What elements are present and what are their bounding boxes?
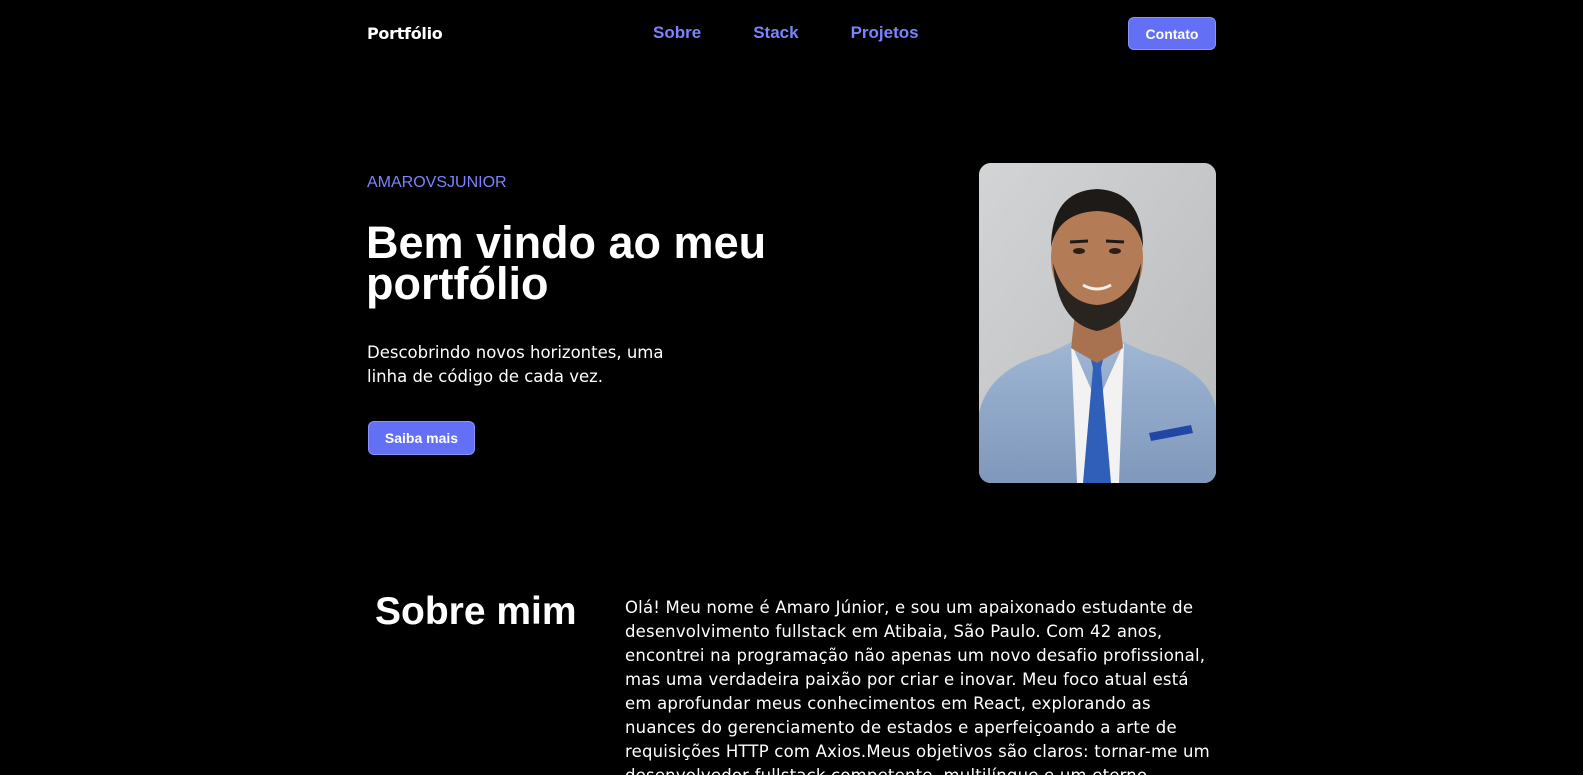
site-header: Portfólio Sobre Stack Projetos Contato	[0, 0, 1583, 68]
hero-subtitle: Descobrindo novos horizontes, uma linha …	[367, 343, 664, 386]
hero-username: AMAROVSJUNIOR	[367, 174, 507, 191]
nav-link-stack[interactable]: Stack	[753, 23, 798, 43]
site-logo[interactable]: Portfólio	[367, 24, 443, 43]
about-text: Olá! Meu nome é Amaro Júnior, e sou um a…	[625, 598, 1210, 775]
hero-title: Bem vindo ao meu portfólio	[366, 217, 767, 309]
learn-more-button[interactable]: Saiba mais	[368, 421, 475, 455]
portfolio-page: Portfólio Sobre Stack Projetos Contato A…	[0, 0, 1583, 775]
profile-photo	[979, 163, 1216, 483]
contact-button[interactable]: Contato	[1128, 17, 1216, 50]
main-nav: Sobre Stack Projetos	[653, 23, 919, 43]
about-title: Sobre mim	[375, 590, 577, 633]
nav-link-sobre[interactable]: Sobre	[653, 23, 701, 43]
nav-link-projetos[interactable]: Projetos	[851, 23, 919, 43]
